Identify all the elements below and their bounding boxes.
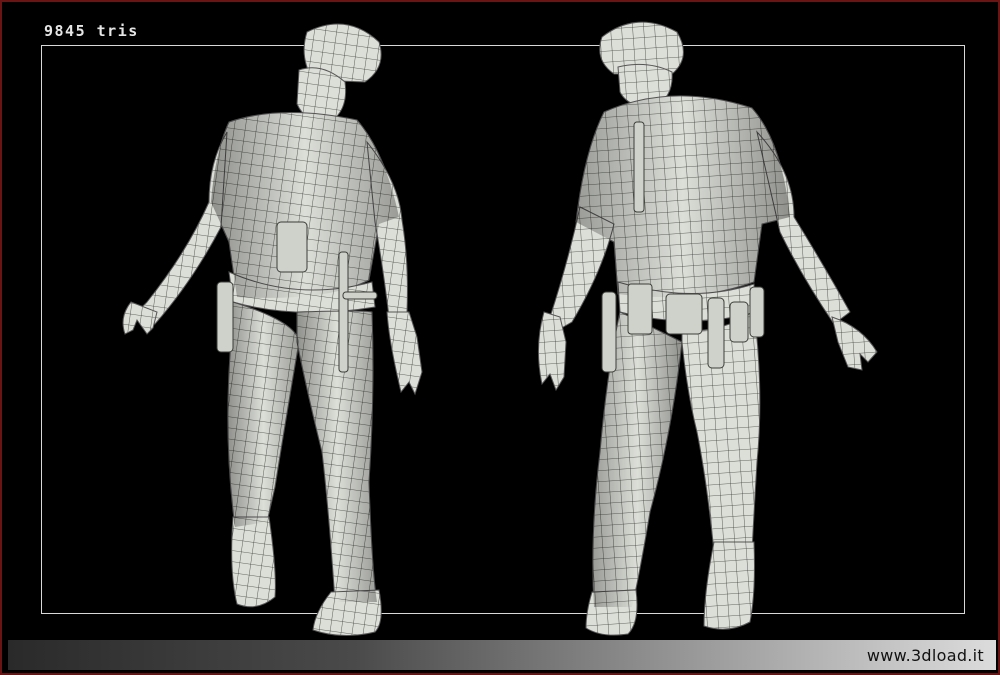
- render-frame: 9845 tris www.3dload.it: [0, 0, 1000, 675]
- website-watermark: www.3dload.it: [866, 646, 984, 665]
- footer-bar: www.3dload.it: [8, 640, 996, 670]
- zombie-cop-back-view: [532, 12, 887, 637]
- zombie-cop-front-view: [117, 12, 437, 637]
